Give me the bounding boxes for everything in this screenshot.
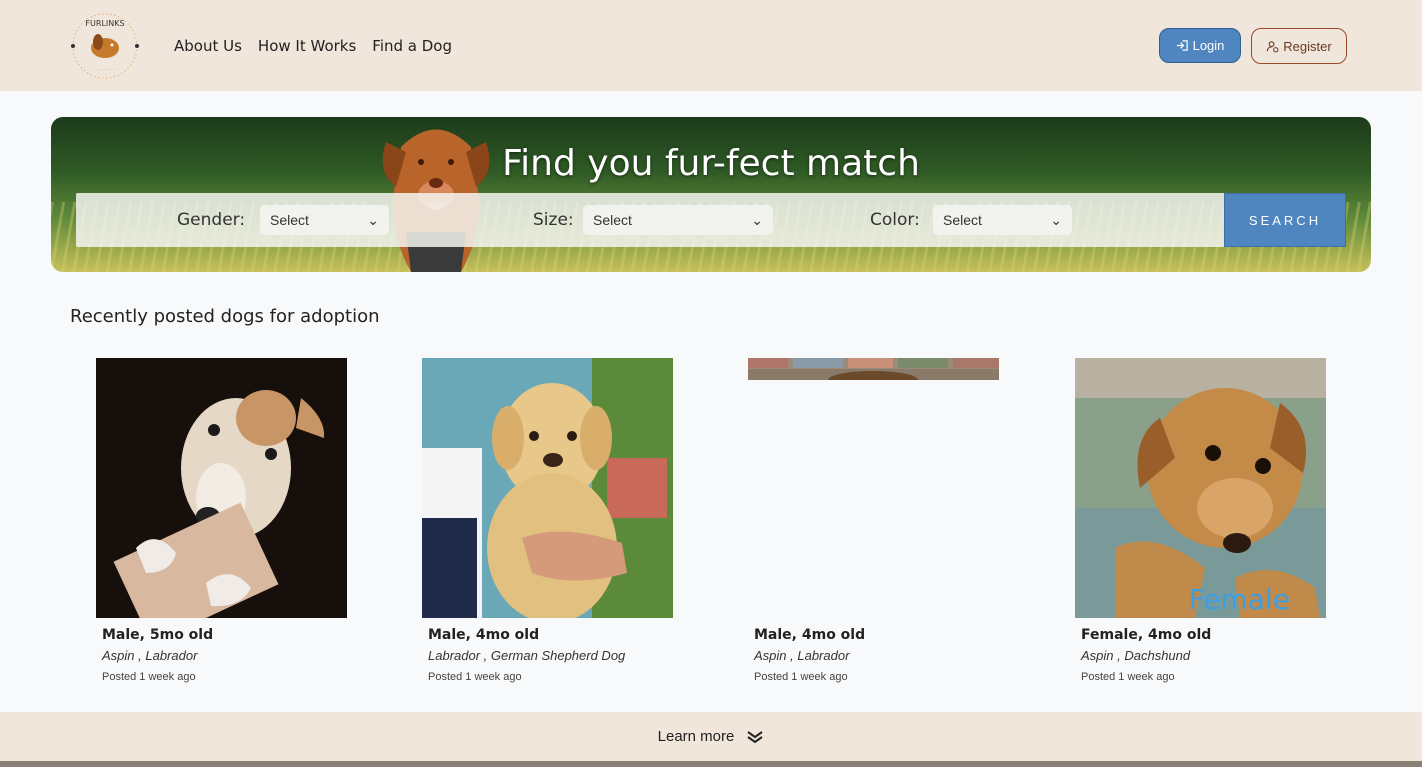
dog-card-title: Male, 4mo old bbox=[428, 627, 540, 643]
gender-select[interactable]: Select ⌄ bbox=[260, 205, 389, 235]
search-filter-bar: Gender: Select ⌄ Size: Select ⌄ Color: S… bbox=[76, 193, 1346, 247]
hero-title: Find you fur-fect match bbox=[502, 143, 920, 184]
dog-card-posted: Posted 1 week ago bbox=[428, 671, 522, 683]
learn-more-button[interactable]: Learn more bbox=[0, 712, 1422, 761]
nav-links: About Us How It Works Find a Dog bbox=[174, 37, 452, 55]
search-button[interactable]: SEARCH bbox=[1224, 193, 1346, 247]
color-label: Color: bbox=[870, 210, 920, 230]
login-label: Login bbox=[1192, 38, 1225, 53]
size-select[interactable]: Select ⌄ bbox=[583, 205, 773, 235]
login-button[interactable]: Login bbox=[1159, 28, 1241, 63]
hero-banner: Find you fur-fect match Gender: Select ⌄… bbox=[51, 117, 1371, 272]
register-button[interactable]: Register bbox=[1251, 28, 1347, 64]
dog-card[interactable]: Female Female, 4mo old Aspin , Dachshund… bbox=[1075, 358, 1326, 683]
recent-dogs-title: Recently posted dogs for adoption bbox=[70, 306, 380, 327]
navbar: FURLINKS ......................... About… bbox=[0, 0, 1422, 91]
color-select-value: Select bbox=[943, 212, 982, 228]
dog-card-breeds: Labrador , German Shepherd Dog bbox=[428, 648, 626, 663]
dog-card-posted: Posted 1 week ago bbox=[1081, 671, 1175, 683]
learn-more-label: Learn more bbox=[657, 728, 735, 745]
double-chevron-down-icon bbox=[747, 730, 763, 743]
dog-card-title: Female, 4mo old bbox=[1081, 627, 1212, 643]
dog-card-breeds: Aspin , Labrador bbox=[754, 648, 850, 663]
login-icon bbox=[1176, 40, 1188, 51]
nav-how-it-works[interactable]: How It Works bbox=[258, 37, 356, 55]
color-select[interactable]: Select ⌄ bbox=[933, 205, 1072, 235]
dog-card-posted: Posted 1 week ago bbox=[102, 671, 196, 683]
gender-label: Gender: bbox=[177, 210, 246, 230]
gender-select-value: Select bbox=[270, 212, 309, 228]
chevron-down-icon: ⌄ bbox=[751, 211, 763, 228]
nav-find-a-dog[interactable]: Find a Dog bbox=[372, 37, 452, 55]
furlinks-logo[interactable]: FURLINKS ......................... bbox=[68, 12, 142, 80]
dog-card-posted: Posted 1 week ago bbox=[754, 671, 848, 683]
add-user-icon bbox=[1267, 40, 1279, 52]
dog-photo[interactable] bbox=[422, 358, 673, 618]
size-select-value: Select bbox=[593, 212, 632, 228]
dog-card[interactable]: Male, 5mo old Aspin , Labrador Posted 1 … bbox=[96, 358, 347, 683]
dog-photo[interactable]: Female bbox=[1075, 358, 1326, 618]
bottom-strip bbox=[0, 761, 1422, 767]
dog-card-title: Male, 4mo old bbox=[754, 627, 866, 643]
nav-about-us[interactable]: About Us bbox=[174, 37, 242, 55]
size-label: Size: bbox=[533, 210, 574, 230]
svg-text:.........................: ......................... bbox=[93, 67, 117, 71]
dog-card-title: Male, 5mo old bbox=[102, 627, 214, 643]
dog-photo[interactable] bbox=[96, 358, 347, 618]
svg-text:FURLINKS: FURLINKS bbox=[85, 19, 124, 28]
dog-card[interactable]: Male, 4mo old Labrador , German Shepherd… bbox=[422, 358, 673, 683]
register-label: Register bbox=[1283, 38, 1332, 54]
dog-card[interactable]: Male, 4mo old Aspin , Labrador Posted 1 … bbox=[748, 358, 999, 683]
chevron-down-icon: ⌄ bbox=[1050, 211, 1062, 228]
dog-card-breeds: Aspin , Labrador bbox=[102, 648, 198, 663]
dog-photo[interactable] bbox=[748, 358, 999, 618]
chevron-down-icon: ⌄ bbox=[367, 211, 379, 228]
dog-card-breeds: Aspin , Dachshund bbox=[1081, 648, 1191, 663]
female-overlay-text: Female bbox=[1188, 583, 1290, 616]
